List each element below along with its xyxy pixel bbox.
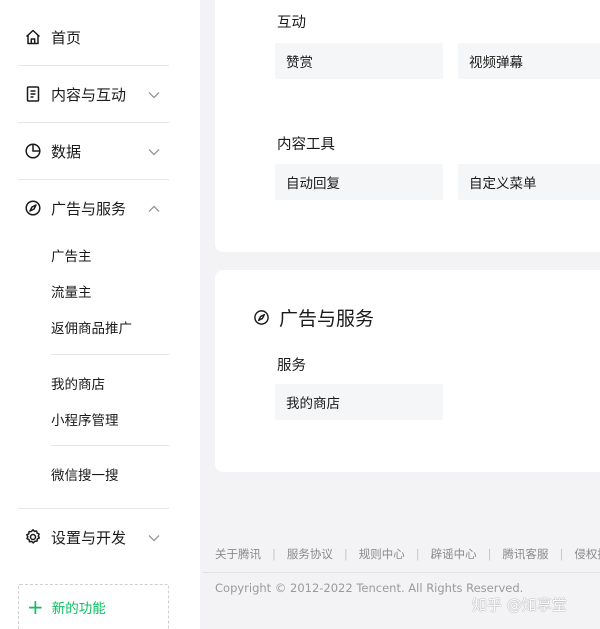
copyright-text: Copyright © 2012-2022 Tencent. All Right… — [215, 581, 524, 595]
tile-auto-reply[interactable]: 自动回复 — [275, 164, 443, 200]
sidebar-item-label: 首页 — [51, 28, 82, 47]
footer-link-about[interactable]: 关于腾讯 — [215, 546, 261, 562]
chevron-down-icon[interactable] — [147, 530, 161, 544]
tile-my-store[interactable]: 我的商店 — [275, 384, 443, 420]
ads-services-card: 广告与服务 服务 我的商店 — [215, 270, 600, 472]
tile-video-danmaku[interactable]: 视频弹幕 — [458, 43, 600, 79]
card-title: 广告与服务 — [253, 304, 374, 331]
sidebar-item-label: 内容与互动 — [51, 85, 127, 104]
footer-link-support[interactable]: 腾讯客服 — [503, 546, 549, 562]
footer-link-complaint[interactable]: 侵权投诉 — [574, 546, 600, 562]
divider — [51, 354, 169, 355]
pie-chart-icon — [24, 142, 42, 160]
separator: | — [487, 547, 492, 561]
sidebar-item-ads[interactable]: 广告与服务 — [18, 180, 169, 236]
sidebar-subitem-my-store[interactable]: 我的商店 — [51, 373, 105, 393]
sidebar-subitem-rebate-promotion[interactable]: 返佣商品推广 — [51, 317, 132, 337]
footer-link-rumor[interactable]: 辟谣中心 — [431, 546, 477, 562]
chevron-up-icon[interactable] — [147, 201, 161, 215]
chevron-down-icon[interactable] — [147, 144, 161, 158]
footer-divider — [203, 572, 600, 573]
footer-links: 关于腾讯 | 服务协议 | 规则中心 | 辟谣中心 | 腾讯客服 | 侵权投诉 — [215, 546, 600, 562]
sidebar-subitem-publisher[interactable]: 流量主 — [51, 281, 92, 301]
footer-link-agreement[interactable]: 服务协议 — [287, 546, 333, 562]
divider — [51, 445, 169, 446]
sidebar: 首页 内容与互动 数据 广告与服务 广告主 流量主 返佣商品推广 我的商店 小程… — [0, 0, 200, 629]
sidebar-item-home[interactable]: 首页 — [18, 9, 169, 65]
plus-icon: + — [27, 595, 44, 619]
sidebar-item-settings[interactable]: 设置与开发 — [18, 509, 169, 565]
sidebar-item-label: 广告与服务 — [51, 199, 127, 218]
tile-appreciation[interactable]: 赞赏 — [275, 43, 443, 79]
footer-link-rules[interactable]: 规则中心 — [359, 546, 405, 562]
section-label-content-tools: 内容工具 — [277, 137, 335, 153]
home-icon — [24, 28, 42, 46]
document-icon — [24, 85, 42, 103]
new-feature-label: 新的功能 — [51, 601, 106, 617]
sidebar-item-label: 设置与开发 — [51, 528, 127, 547]
separator: | — [343, 547, 348, 561]
separator: | — [272, 547, 276, 561]
separator: | — [559, 547, 564, 561]
chevron-down-icon[interactable] — [147, 87, 161, 101]
content-interaction-card: 互动 赞赏 视频弹幕 内容工具 自动回复 自定义菜单 — [215, 0, 600, 252]
sidebar-subitem-advertiser[interactable]: 广告主 — [51, 245, 92, 265]
tile-custom-menu[interactable]: 自定义菜单 — [458, 164, 600, 200]
section-label-interaction: 互动 — [277, 15, 306, 31]
watermark: 知乎 @知享堂 — [472, 596, 567, 614]
sidebar-item-label: 数据 — [51, 142, 82, 161]
sidebar-item-content[interactable]: 内容与互动 — [18, 66, 169, 122]
sidebar-subitem-mini-program[interactable]: 小程序管理 — [51, 409, 119, 429]
sidebar-subitem-wechat-search[interactable]: 微信搜一搜 — [51, 464, 119, 484]
separator: | — [415, 547, 420, 561]
gear-icon — [24, 528, 42, 546]
card-title-text: 广告与服务 — [279, 308, 375, 330]
sidebar-item-data[interactable]: 数据 — [18, 123, 169, 179]
section-label-services: 服务 — [277, 358, 306, 374]
compass-icon — [24, 199, 42, 217]
new-feature-button[interactable]: + 新的功能 — [18, 584, 169, 629]
compass-icon — [253, 309, 270, 326]
